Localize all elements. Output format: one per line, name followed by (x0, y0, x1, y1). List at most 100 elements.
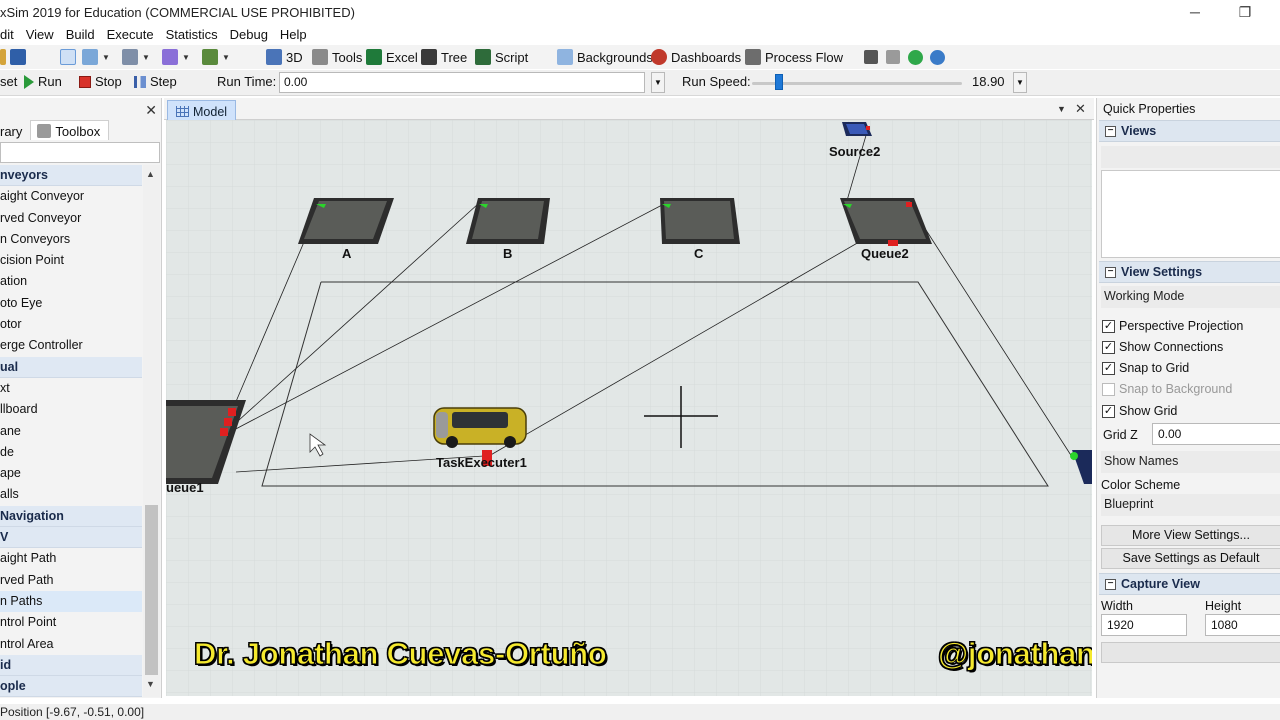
object-mode-icon[interactable]: ▼ (122, 47, 150, 67)
snap-to-grid-checkbox[interactable]: ✓ Snap to Grid (1102, 361, 1189, 375)
status-bar: Position [-9.67, -0.51, 0.00] (0, 704, 1280, 720)
color-scheme-dropdown[interactable]: Blueprint (1101, 494, 1280, 516)
menu-help[interactable]: Help (274, 25, 313, 45)
library-item[interactable]: n Paths (0, 590, 142, 613)
show-names-dropdown[interactable]: Show Names (1101, 451, 1280, 473)
menu-view[interactable]: View (20, 25, 60, 45)
library-category[interactable]: Navigation (0, 505, 142, 528)
scroll-up-icon[interactable]: ▲ (146, 169, 155, 179)
view-3d-button[interactable]: 3D (266, 47, 303, 67)
capture-height-input[interactable]: 1080 (1205, 614, 1280, 636)
reset-button[interactable]: set (0, 74, 17, 89)
library-item[interactable]: ape (0, 463, 142, 484)
library-scrollbar[interactable]: ▲ ▼ (143, 165, 160, 697)
show-grid-checkbox[interactable]: ✓ Show Grid (1102, 404, 1177, 418)
dashboards-button[interactable]: Dashboards (651, 47, 741, 67)
tab-toolbox[interactable]: Toolbox (30, 120, 110, 140)
library-category[interactable]: nveyors (0, 165, 142, 187)
help-icon[interactable] (908, 47, 923, 67)
views-dropdown[interactable] (1101, 146, 1280, 168)
excel-button[interactable]: Excel (366, 47, 418, 67)
save-icon[interactable] (10, 47, 26, 67)
scroll-down-icon[interactable]: ▼ (146, 679, 155, 689)
run-time-field[interactable]: 0.00 (279, 72, 645, 93)
library-item[interactable]: de (0, 442, 142, 463)
open-icon[interactable] (0, 47, 6, 67)
views-section-header[interactable]: − Views (1099, 120, 1280, 142)
library-item[interactable]: otor (0, 314, 142, 335)
working-mode-dropdown[interactable]: Working Mode (1101, 286, 1280, 308)
library-item[interactable]: oto Eye (0, 293, 142, 314)
calculator-icon[interactable] (886, 47, 900, 67)
library-panel: ✕ rary Toolbox nveyors aight Conveyor rved… (0, 98, 162, 698)
select-mode-icon[interactable] (60, 47, 76, 67)
run-time-dropdown[interactable]: ▼ (651, 72, 665, 93)
views-list[interactable] (1101, 170, 1280, 258)
library-item[interactable]: erge Controller (0, 335, 142, 356)
close-icon[interactable]: ✕ (145, 102, 157, 119)
view-settings-section-header[interactable]: − View Settings (1099, 261, 1280, 283)
process-flow-icon (745, 49, 761, 65)
library-item[interactable]: ane (0, 421, 142, 442)
perspective-projection-checkbox[interactable]: ✓ Perspective Projection (1102, 319, 1243, 333)
capture-button[interactable] (1101, 642, 1280, 663)
library-category[interactable]: ual (0, 356, 142, 378)
color-mode-icon[interactable]: ▼ (162, 47, 190, 67)
globe-icon[interactable] (930, 47, 945, 67)
show-connections-checkbox[interactable]: ✓ Show Connections (1102, 340, 1223, 354)
tab-model[interactable]: Model (167, 100, 237, 120)
library-item[interactable]: aight Path (0, 548, 142, 569)
run-button[interactable]: Run (24, 74, 62, 89)
menu-debug[interactable]: Debug (224, 25, 274, 45)
library-category[interactable]: V (0, 527, 142, 549)
capture-width-input[interactable]: 1920 (1101, 614, 1187, 636)
library-item[interactable]: aight Conveyor (0, 186, 142, 207)
library-category[interactable]: id (0, 654, 142, 677)
library-item[interactable]: llboard (0, 399, 142, 420)
more-view-settings-button[interactable]: More View Settings... (1101, 525, 1280, 546)
library-item[interactable]: cision Point (0, 250, 142, 271)
restore-button[interactable]: ❐ (1222, 2, 1268, 22)
stop-button[interactable]: Stop (79, 74, 122, 89)
library-item[interactable]: ntrol Point (0, 612, 142, 633)
layout-mode-icon[interactable]: ▼ (202, 47, 230, 67)
library-item[interactable]: alls (0, 484, 142, 505)
step-button[interactable]: Step (134, 74, 177, 89)
minimize-button[interactable]: ─ (1172, 2, 1218, 22)
connect-mode-icon[interactable]: ▼ (82, 47, 110, 67)
collapse-icon: − (1105, 267, 1116, 278)
library-item[interactable]: ation (0, 271, 142, 292)
tools-button[interactable]: Tools (312, 47, 362, 67)
station-a (298, 198, 394, 244)
tab-library[interactable]: rary (0, 120, 30, 140)
library-item[interactable]: rved Conveyor (0, 208, 142, 229)
scrollbar-thumb[interactable] (145, 505, 158, 675)
chevron-down-icon[interactable]: ▼ (1057, 104, 1066, 114)
library-category[interactable]: ople (0, 676, 142, 698)
library-item[interactable]: rved Path (0, 570, 142, 591)
library-search-input[interactable] (0, 142, 160, 163)
library-item[interactable]: xt (0, 378, 142, 399)
script-button[interactable]: Script (475, 47, 528, 67)
run-speed-slider-track[interactable] (752, 82, 962, 85)
library-item[interactable]: ntrol Area (0, 634, 142, 655)
capture-view-section-header[interactable]: − Capture View (1099, 573, 1280, 595)
menu-execute[interactable]: Execute (101, 25, 160, 45)
menu-statistics[interactable]: Statistics (160, 25, 224, 45)
backgrounds-label: Backgrounds (577, 49, 653, 65)
library-item[interactable]: n Conveyors (0, 229, 142, 250)
grid-3d-icon (266, 49, 282, 65)
menu-build[interactable]: Build (60, 25, 101, 45)
backgrounds-icon (557, 49, 573, 65)
close-model-icon[interactable]: ✕ (1075, 101, 1086, 117)
menu-edit[interactable]: dit (0, 25, 20, 45)
process-flow-button[interactable]: Process Flow (745, 47, 843, 67)
run-speed-dropdown[interactable]: ▼ (1013, 72, 1027, 93)
fullscreen-icon[interactable] (864, 47, 878, 67)
save-settings-default-button[interactable]: Save Settings as Default (1101, 548, 1280, 569)
backgrounds-button[interactable]: Backgrounds (557, 47, 653, 67)
tree-button[interactable]: Tree (421, 47, 467, 67)
grid-z-input[interactable]: 0.00 (1152, 423, 1280, 445)
run-speed-slider-thumb[interactable] (775, 74, 783, 90)
model-viewport[interactable]: A B C Queue2 Source2 ueue1 TaskExecuter1… (166, 120, 1092, 696)
